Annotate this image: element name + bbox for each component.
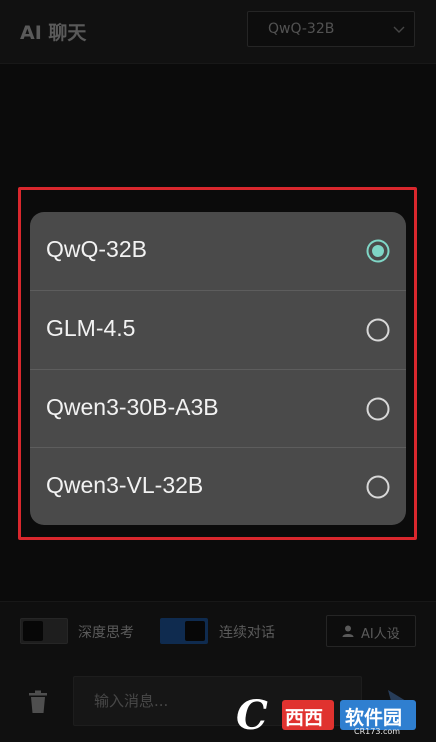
model-option-qwen3-vl-32b[interactable]: Qwen3-VL-32B: [30, 448, 406, 525]
model-option-label: QwQ-32B: [46, 236, 147, 262]
radio-unselected-icon: [366, 318, 390, 342]
watermark-brand-red: 西西: [285, 707, 324, 729]
radio-unselected-icon: [366, 475, 390, 499]
model-option-label: Qwen3-30B-A3B: [46, 394, 219, 420]
model-picker-dialog: QwQ-32B GLM-4.5 Qwen3-30B-A3B Qwen3-VL-3…: [30, 212, 406, 525]
watermark-logo-icon: C: [236, 692, 268, 739]
model-option-label: GLM-4.5: [46, 315, 136, 341]
model-option-label: Qwen3-VL-32B: [46, 472, 204, 498]
radio-unselected-icon: [366, 397, 390, 421]
watermark-brand-blue: 软件园: [345, 707, 403, 729]
model-option-glm-4-5[interactable]: GLM-4.5: [30, 291, 406, 369]
watermark-blue-badge: 软件园: [340, 700, 416, 730]
radio-selected-icon: [366, 239, 390, 263]
site-watermark: C 西西 软件园 CR173.com: [236, 692, 432, 739]
model-option-qwen3-30b-a3b[interactable]: Qwen3-30B-A3B: [30, 370, 406, 448]
model-option-qwq-32b[interactable]: QwQ-32B: [30, 212, 406, 290]
watermark-url: CR173.com: [354, 727, 401, 736]
watermark-red-badge: 西西: [282, 700, 334, 730]
